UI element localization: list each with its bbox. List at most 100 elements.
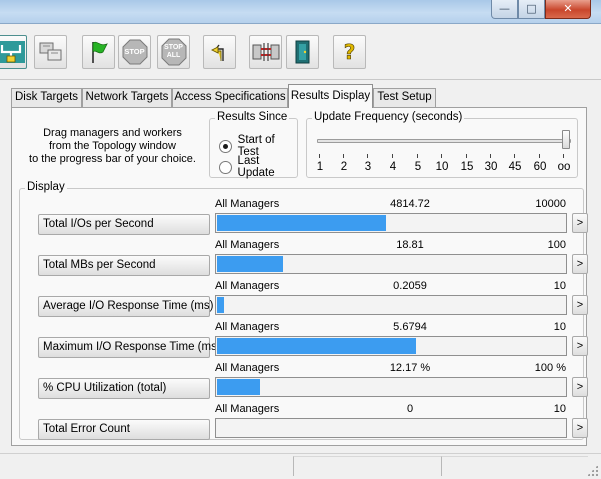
title-bar: — □ ✕	[0, 0, 601, 24]
stop-all-icon: STOP ALL	[161, 38, 187, 66]
exit-button[interactable]	[286, 35, 319, 69]
reset-workers-button[interactable]	[203, 35, 236, 69]
progress-bar[interactable]	[215, 295, 567, 315]
row-value: 0.2059	[393, 280, 427, 292]
progress-fill	[217, 215, 386, 231]
expand-arrow-button[interactable]: >	[572, 213, 588, 233]
row-max: 10	[553, 280, 566, 292]
expand-arrow-button[interactable]: >	[572, 377, 588, 397]
maximize-button[interactable]: □	[518, 0, 545, 19]
frequency-label: oo	[557, 161, 571, 173]
frequency-label: 5	[414, 161, 422, 173]
radio-indicator	[219, 160, 232, 174]
start-button[interactable]	[82, 35, 115, 69]
metric-select-button[interactable]: Total I/Os per Second	[38, 214, 210, 235]
frequency-label: 15	[460, 161, 474, 173]
results-display-panel: Drag managers and workers from the Topol…	[11, 107, 588, 446]
progress-bar[interactable]	[215, 336, 567, 356]
frequency-label: 3	[364, 161, 372, 173]
frequency-label: 4	[389, 161, 397, 173]
close-button[interactable]: ✕	[545, 0, 591, 19]
frequency-label: 45	[508, 161, 522, 173]
frequency-tick	[392, 154, 393, 158]
frequency-tick	[441, 154, 442, 158]
stop-label: STOP	[124, 47, 145, 56]
topology-button[interactable]	[0, 35, 27, 69]
radio-last-update[interactable]: Last Update	[219, 155, 297, 179]
expand-arrow-button[interactable]: >	[572, 295, 588, 315]
row-scope[interactable]: All Managers	[215, 321, 279, 334]
tab-network-targets[interactable]: Network Targets	[82, 88, 172, 107]
minimize-button[interactable]: —	[491, 0, 518, 19]
progress-fill	[217, 256, 283, 272]
resize-grip[interactable]	[587, 465, 598, 476]
row-header: All Managers 4814.72 10000	[215, 198, 566, 211]
progress-bar[interactable]	[215, 254, 567, 274]
row-scope[interactable]: All Managers	[215, 362, 279, 375]
frequency-tick	[417, 154, 418, 158]
toolbar: STOP STOP ALL ?	[0, 24, 601, 80]
row-scope[interactable]: All Managers	[215, 280, 279, 293]
row-header: All Managers 5.6794 10	[215, 321, 566, 334]
copy-manager-icon	[38, 40, 64, 64]
update-frequency-legend: Update Frequency (seconds)	[312, 111, 465, 123]
radio-label: Last Update	[237, 155, 275, 179]
metric-select-button[interactable]: Maximum I/O Response Time (ms)	[38, 337, 221, 358]
disconnect-button[interactable]	[249, 35, 282, 69]
update-frequency-slider-track[interactable]	[317, 139, 571, 143]
frequency-label: 60	[533, 161, 547, 173]
tab-results-display[interactable]: Results Display	[288, 84, 373, 108]
metric-select-button[interactable]: % CPU Utilization (total)	[38, 378, 210, 399]
help-button[interactable]: ?	[333, 35, 366, 69]
progress-bar[interactable]	[215, 213, 567, 233]
frequency-label: 30	[484, 161, 498, 173]
progress-bar[interactable]	[215, 377, 567, 397]
stop-all-button[interactable]: STOP ALL	[157, 35, 190, 69]
row-value: 0	[406, 403, 414, 415]
expand-arrow-button[interactable]: >	[572, 418, 588, 438]
stop-all-label: STOP ALL	[164, 44, 183, 59]
display-legend: Display	[25, 181, 67, 193]
row-value: 4814.72	[390, 198, 430, 210]
copy-manager-button[interactable]	[34, 35, 67, 69]
metric-select-button[interactable]: Total Error Count	[38, 419, 210, 440]
results-since-legend: Results Since	[215, 111, 290, 123]
start-flag-icon	[87, 39, 111, 65]
update-frequency-slider-thumb[interactable]	[562, 130, 570, 149]
row-scope[interactable]: All Managers	[215, 239, 279, 252]
progress-fill	[217, 338, 416, 354]
frequency-label: 1	[316, 161, 324, 173]
frequency-tick	[343, 154, 344, 158]
topology-icon	[0, 39, 26, 65]
row-max: 10000	[535, 198, 566, 210]
row-max: 100 %	[534, 362, 566, 374]
progress-fill	[217, 297, 224, 313]
metric-select-button[interactable]: Average I/O Response Time (ms)	[38, 296, 213, 317]
expand-arrow-button[interactable]: >	[572, 254, 588, 274]
frequency-tick	[367, 154, 368, 158]
frequency-tick	[539, 154, 540, 158]
stop-button[interactable]: STOP	[118, 35, 151, 69]
stop-icon: STOP	[122, 39, 148, 65]
exit-door-icon	[291, 39, 315, 65]
row-value: 18.81	[396, 239, 424, 251]
help-icon: ?	[343, 40, 356, 65]
frequency-tick	[563, 154, 564, 158]
tab-disk-targets[interactable]: Disk Targets	[11, 88, 82, 107]
frequency-tick	[514, 154, 515, 158]
results-since-group: Results Since Start of Test Last Update	[209, 111, 298, 179]
row-header: All Managers 18.81 100	[215, 239, 566, 252]
row-scope[interactable]: All Managers	[215, 198, 279, 211]
display-group: Display All Managers 4814.72 10000 Total I/…	[19, 181, 588, 440]
expand-arrow-button[interactable]: >	[572, 336, 588, 356]
metric-select-button[interactable]: Total MBs per Second	[38, 255, 210, 276]
disconnect-icon	[252, 40, 280, 64]
row-header: All Managers 0.2059 10	[215, 280, 566, 293]
row-scope[interactable]: All Managers	[215, 403, 279, 416]
progress-fill	[217, 379, 260, 395]
frequency-label: 2	[340, 161, 348, 173]
tab-strip: Disk Targets Network Targets Access Spec…	[0, 80, 601, 110]
tab-access-specifications[interactable]: Access Specifications	[172, 88, 288, 107]
tab-test-setup[interactable]: Test Setup	[373, 88, 436, 107]
progress-bar[interactable]	[215, 418, 567, 438]
